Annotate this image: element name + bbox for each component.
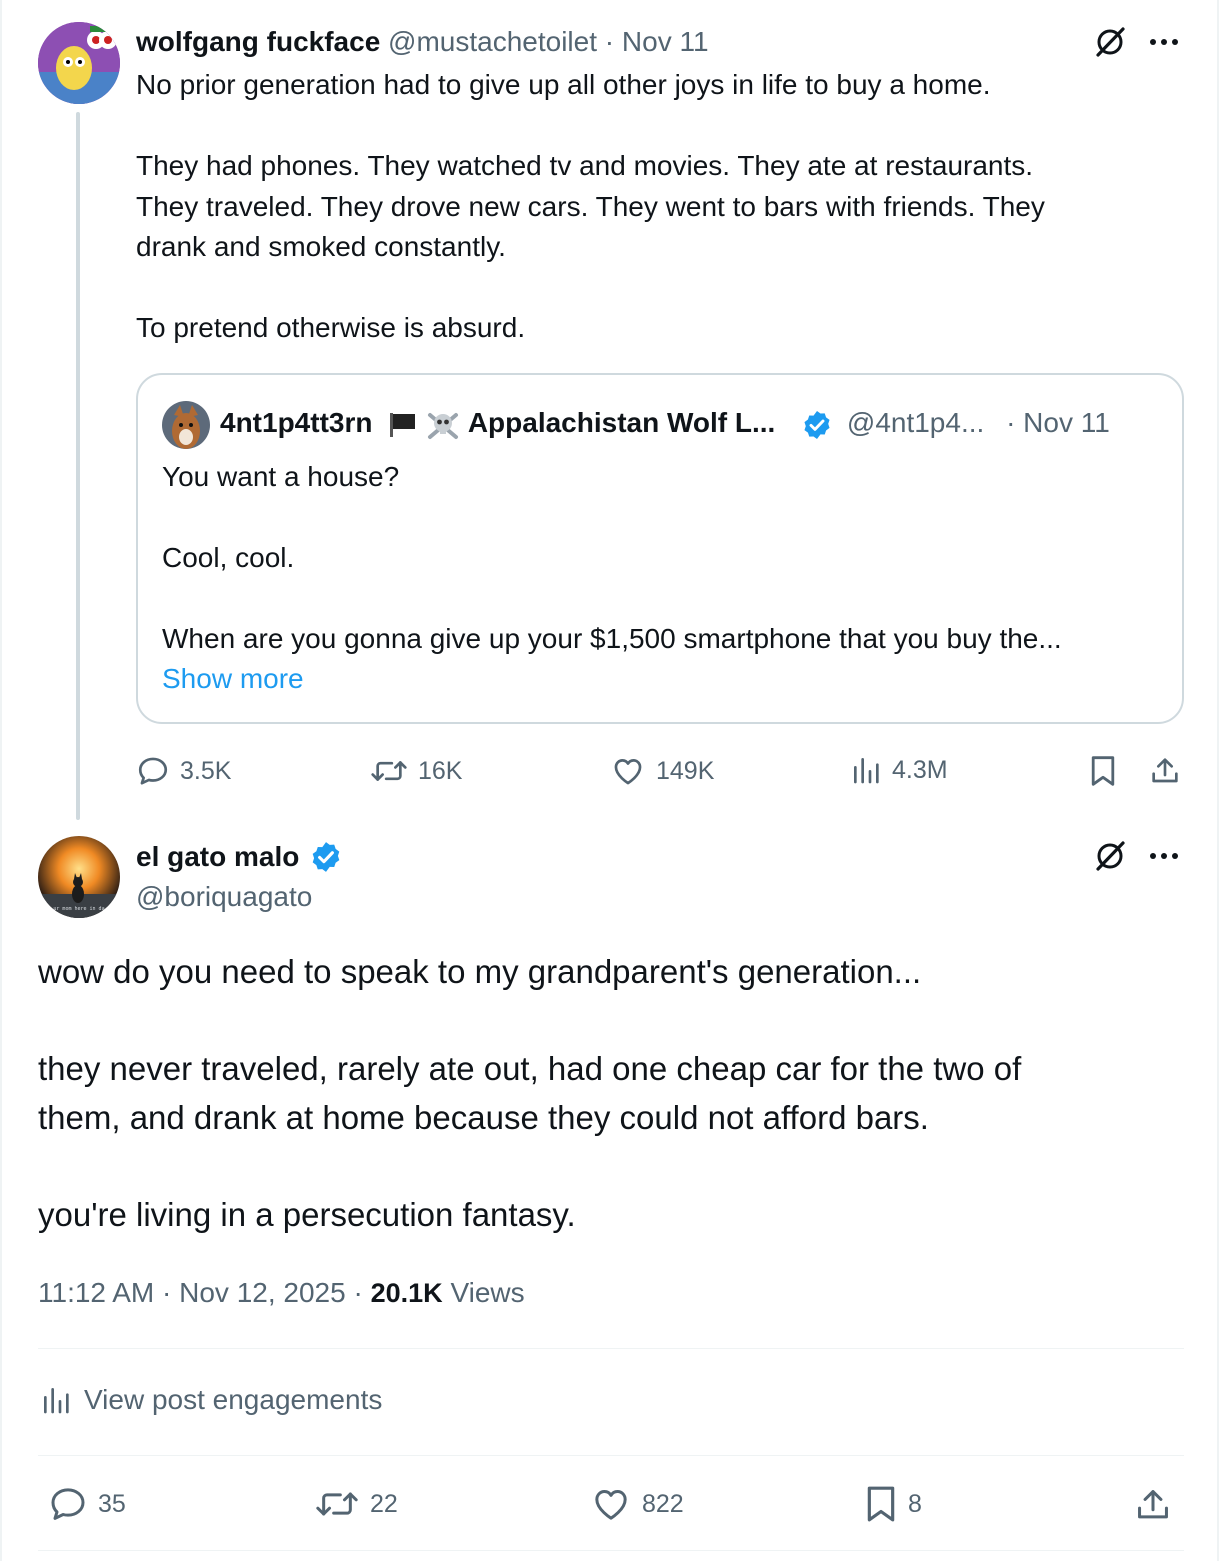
- main-grok-button[interactable]: [1090, 836, 1130, 876]
- main-author-name-row: el gato malo: [136, 838, 343, 876]
- parent-views-count: 4.3M: [892, 755, 948, 784]
- post-thread: wolfgang fuckface @mustachetoilet · Nov …: [0, 0, 1219, 1561]
- black-flag-icon: [390, 412, 416, 437]
- view-post-engagements-label: View post engagements: [84, 1384, 383, 1415]
- parent-author-avatar[interactable]: [38, 22, 120, 104]
- divider: [38, 1550, 1184, 1551]
- main-repost-button[interactable]: 22: [314, 1484, 398, 1524]
- main-bookmark-count: 8: [908, 1489, 922, 1518]
- quoted-post-card[interactable]: 4nt1p4tt3rn Appalachistan Wolf L... @4nt…: [136, 373, 1184, 724]
- views-icon: [44, 1388, 69, 1414]
- quoted-author-suffix[interactable]: Appalachistan Wolf L...: [468, 407, 776, 438]
- thread-connector-line: [76, 112, 80, 820]
- main-share-button[interactable]: [1132, 1484, 1174, 1526]
- main-bookmark-button[interactable]: 8: [864, 1484, 922, 1524]
- view-post-engagements-link[interactable]: View post engagements: [40, 1384, 382, 1416]
- main-author-avatar[interactable]: ur mom here in da: [38, 836, 120, 918]
- repost-icon: [371, 761, 407, 781]
- reply-icon: [138, 757, 168, 785]
- share-icon: [1138, 1490, 1168, 1519]
- post-time[interactable]: 11:12 AM: [38, 1277, 154, 1308]
- main-post-meta: 11:12 AM · Nov 12, 2025 · 20.1K Views: [38, 1274, 525, 1312]
- main-author-name[interactable]: el gato malo: [136, 841, 299, 872]
- quoted-author-handle[interactable]: @4nt1p4...: [847, 407, 984, 438]
- parent-reply-button[interactable]: 3.5K: [136, 754, 231, 788]
- more-icon: [1150, 853, 1178, 859]
- views-icon: [854, 758, 879, 784]
- like-icon: [614, 759, 642, 785]
- main-more-button[interactable]: [1144, 838, 1184, 874]
- main-like-button[interactable]: 822: [590, 1484, 684, 1524]
- main-author-handle[interactable]: @boriquagato: [136, 878, 312, 916]
- more-icon: [1150, 39, 1178, 45]
- show-more-link[interactable]: Show more: [162, 659, 304, 699]
- parent-bookmark-button[interactable]: [1086, 752, 1120, 790]
- parent-like-button[interactable]: 149K: [610, 754, 714, 788]
- parent-reply-count: 3.5K: [180, 756, 232, 785]
- parent-post-header: wolfgang fuckface @mustachetoilet · Nov …: [136, 24, 709, 60]
- bookmark-icon: [867, 1486, 895, 1522]
- main-reply-count: 35: [98, 1489, 126, 1518]
- verified-badge-icon: [804, 410, 830, 439]
- date-separator: ·: [604, 26, 615, 57]
- main-post-text: wow do you need to speak to my grandpare…: [38, 953, 1022, 1233]
- verified-badge-icon: [312, 841, 340, 872]
- avatar-caption: ur mom here in da: [53, 906, 104, 912]
- parent-author-handle[interactable]: @mustachetoilet: [388, 26, 597, 57]
- quoted-post-text: You want a house? Cool, cool. When are y…: [162, 461, 1062, 654]
- post-date[interactable]: Nov 12, 2025: [179, 1277, 346, 1308]
- main-reply-button[interactable]: 35: [48, 1484, 126, 1524]
- parent-post-date[interactable]: Nov 11: [622, 26, 709, 57]
- parent-post-text: No prior generation had to give up all o…: [136, 69, 1045, 343]
- repost-icon: [316, 1492, 358, 1516]
- grok-icon: [1096, 841, 1125, 871]
- meta-separator: ·: [353, 1277, 363, 1308]
- quoted-post-date[interactable]: · Nov 11: [1006, 407, 1110, 438]
- divider: [38, 1348, 1184, 1349]
- quoted-author-name[interactable]: 4nt1p4tt3rn: [220, 407, 372, 438]
- parent-more-button[interactable]: [1144, 24, 1184, 60]
- meta-separator: ·: [162, 1277, 172, 1308]
- parent-share-button[interactable]: [1146, 752, 1184, 790]
- parent-like-count: 149K: [656, 756, 715, 785]
- like-icon: [595, 1490, 627, 1520]
- bookmark-icon: [1091, 756, 1115, 786]
- share-icon: [1152, 758, 1178, 783]
- main-like-count: 822: [642, 1489, 684, 1518]
- parent-repost-count: 16K: [418, 756, 463, 785]
- main-repost-count: 22: [370, 1489, 398, 1518]
- skull-crossbones-icon: [428, 412, 459, 439]
- reply-icon: [51, 1488, 85, 1520]
- views-count: 20.1K: [370, 1278, 443, 1308]
- views-label: Views: [450, 1277, 525, 1308]
- quoted-post-header: 4nt1p4tt3rn Appalachistan Wolf L... @4nt…: [220, 405, 1110, 441]
- quoted-author-avatar[interactable]: [162, 401, 210, 449]
- parent-views-button[interactable]: 4.3M: [850, 754, 948, 786]
- grok-icon: [1096, 27, 1125, 57]
- divider: [38, 1455, 1184, 1456]
- parent-repost-button[interactable]: 16K: [370, 754, 462, 788]
- parent-grok-button[interactable]: [1090, 22, 1130, 62]
- parent-author-name[interactable]: wolfgang fuckface: [136, 26, 380, 57]
